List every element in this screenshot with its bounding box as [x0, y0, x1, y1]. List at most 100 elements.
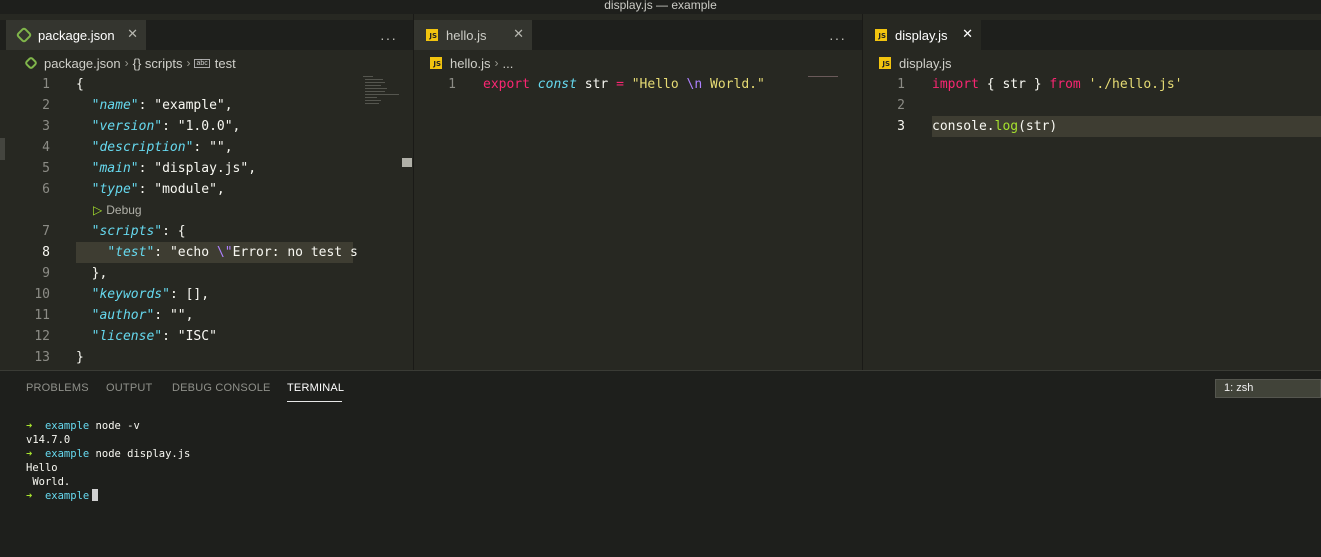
code-line[interactable]: 6 "type": "module", [0, 179, 353, 200]
line-number: 6 [42, 182, 50, 197]
breadcrumb-item[interactable]: ... [502, 56, 513, 71]
tab-bar: JS display.js ✕ [863, 20, 1321, 50]
code-line[interactable]: 8 "test": "echo \"Error: no test sp [42, 242, 366, 263]
code-line[interactable]: 2 "name": "example", [0, 95, 353, 116]
chevron-right-icon: › [124, 56, 129, 70]
close-icon[interactable]: ✕ [962, 26, 973, 42]
terminal-line: ➜ example [26, 489, 190, 503]
breadcrumb-item[interactable]: display.js [899, 56, 952, 71]
prompt-arrow-icon: ➜ [26, 490, 45, 502]
tab-output[interactable]: OUTPUT [106, 382, 152, 394]
line-number: 4 [42, 140, 50, 155]
line-number: 8 [42, 245, 50, 260]
breadcrumb: JS display.js [863, 53, 1321, 73]
terminal-output[interactable]: ➜ example node -v v14.7.0 ➜ example node d… [26, 419, 190, 503]
terminal-line: ➜ example node -v [26, 419, 190, 433]
line-number: 2 [897, 98, 905, 113]
tab-display-js[interactable]: JS display.js ✕ [863, 20, 981, 50]
tab-terminal[interactable]: TERMINAL [287, 382, 344, 394]
code-line[interactable]: 3 console.log(str) [897, 116, 1321, 137]
prompt-directory: example [44, 420, 90, 432]
code-text: "description": "", [91, 140, 233, 155]
play-icon: ▷ [93, 203, 103, 217]
line-number: 1 [42, 77, 50, 92]
breadcrumb: package.json › {} scripts › abc test [0, 53, 413, 73]
line-number: 12 [34, 329, 50, 344]
code-line[interactable]: 12 "license": "ISC" [0, 326, 353, 347]
minimap[interactable] [357, 74, 413, 370]
tab-debug-console[interactable]: DEBUG CONSOLE [172, 382, 271, 394]
line-number: 11 [34, 308, 50, 323]
line-number: 3 [897, 119, 905, 134]
string-icon: abc [194, 58, 210, 68]
code-text: { [76, 77, 84, 92]
nodejs-icon [23, 55, 39, 71]
code-line[interactable]: 10 "keywords": [], [0, 284, 353, 305]
terminal-command: node display.js [89, 448, 191, 460]
javascript-icon: JS [875, 29, 887, 41]
minimap-line [808, 76, 838, 77]
code-editor[interactable]: 1 export const str = "Hello \n World." [414, 74, 862, 370]
tab-bar: JS hello.js ✕ ··· [414, 20, 862, 50]
tab-problems[interactable]: PROBLEMS [26, 382, 89, 394]
javascript-icon: JS [430, 57, 442, 69]
prompt-arrow-icon: ➜ [26, 420, 45, 432]
title-bar: display.js — example [0, 0, 1321, 14]
code-line[interactable]: 5 "main": "display.js", [0, 158, 353, 179]
close-icon[interactable]: ✕ [127, 26, 138, 42]
tab-label: hello.js [446, 27, 487, 43]
editor-group-middle: JS hello.js ✕ ··· JS hello.js › ... 1 exp… [414, 14, 862, 370]
prompt-directory: example [44, 490, 90, 502]
code-line[interactable]: 11 "author": "", [0, 305, 353, 326]
more-actions-icon[interactable]: ··· [380, 30, 397, 46]
code-editor[interactable]: 1 import { str } from './hello.js' 2 3 conso… [863, 74, 1321, 370]
code-line[interactable]: 1 export const str = "Hello \n World." [414, 74, 862, 95]
tab-label: package.json [38, 27, 115, 43]
code-editor[interactable]: 1{2 "name": "example", 3 "version": "1.0.… [0, 74, 366, 370]
line-number: 13 [34, 350, 50, 365]
breadcrumb-item[interactable]: {} scripts [133, 56, 183, 71]
tab-label: display.js [895, 27, 948, 43]
terminal-cursor [92, 489, 99, 501]
tab-package-json[interactable]: package.json ✕ [6, 20, 146, 50]
breadcrumb-item[interactable]: test [215, 56, 236, 71]
editor-group-left: package.json ✕ ··· package.json › {} scr… [0, 14, 413, 370]
terminal-line: v14.7.0 [26, 434, 71, 446]
line-number: 10 [34, 287, 50, 302]
tab-hello-js[interactable]: JS hello.js ✕ [414, 20, 532, 50]
code-text: "version": "1.0.0", [91, 119, 241, 134]
terminal-selector[interactable]: 1: zsh [1215, 379, 1321, 398]
debug-code-lens[interactable]: ▷ Debug [0, 200, 353, 221]
terminal-line: ➜ example node display.js [26, 447, 190, 461]
code-line[interactable]: 9 }, [0, 263, 353, 284]
more-actions-icon[interactable]: ··· [829, 30, 846, 46]
line-number: 3 [42, 119, 50, 134]
code-text: "scripts": { [91, 224, 186, 239]
prompt-directory: example [44, 448, 90, 460]
breadcrumb: JS hello.js › ... [414, 53, 862, 73]
code-line[interactable]: 7 "scripts": { [0, 221, 353, 242]
code-line[interactable]: 13} [0, 347, 353, 368]
code-line[interactable]: 4 "description": "", [0, 137, 353, 158]
code-text: "type": "module", [91, 182, 225, 197]
code-line[interactable]: 1{ [0, 74, 353, 95]
breadcrumb-item[interactable]: package.json [44, 56, 121, 71]
line-number: 1 [897, 77, 905, 92]
code-text: "name": "example", [91, 98, 233, 113]
line-number: 1 [448, 77, 456, 92]
chevron-right-icon: › [186, 56, 191, 70]
code-text: console.log(str) [932, 119, 1058, 134]
prompt-arrow-icon: ➜ [26, 448, 45, 460]
code-lens-label: Debug [106, 203, 142, 217]
terminal-line: Hello [26, 462, 58, 474]
active-tab-indicator [287, 401, 342, 402]
code-text: }, [76, 266, 108, 281]
line-number: 2 [42, 98, 50, 113]
code-line[interactable]: 1 import { str } from './hello.js' [863, 74, 1321, 95]
code-line[interactable]: 2 [863, 95, 1321, 116]
breadcrumb-item[interactable]: hello.js [450, 56, 490, 71]
close-icon[interactable]: ✕ [513, 26, 524, 42]
code-text: "author": "", [91, 308, 194, 323]
code-line[interactable]: 3 "version": "1.0.0", [0, 116, 353, 137]
editor-group-right: JS display.js ✕ JS display.js 1 import { … [863, 14, 1321, 370]
